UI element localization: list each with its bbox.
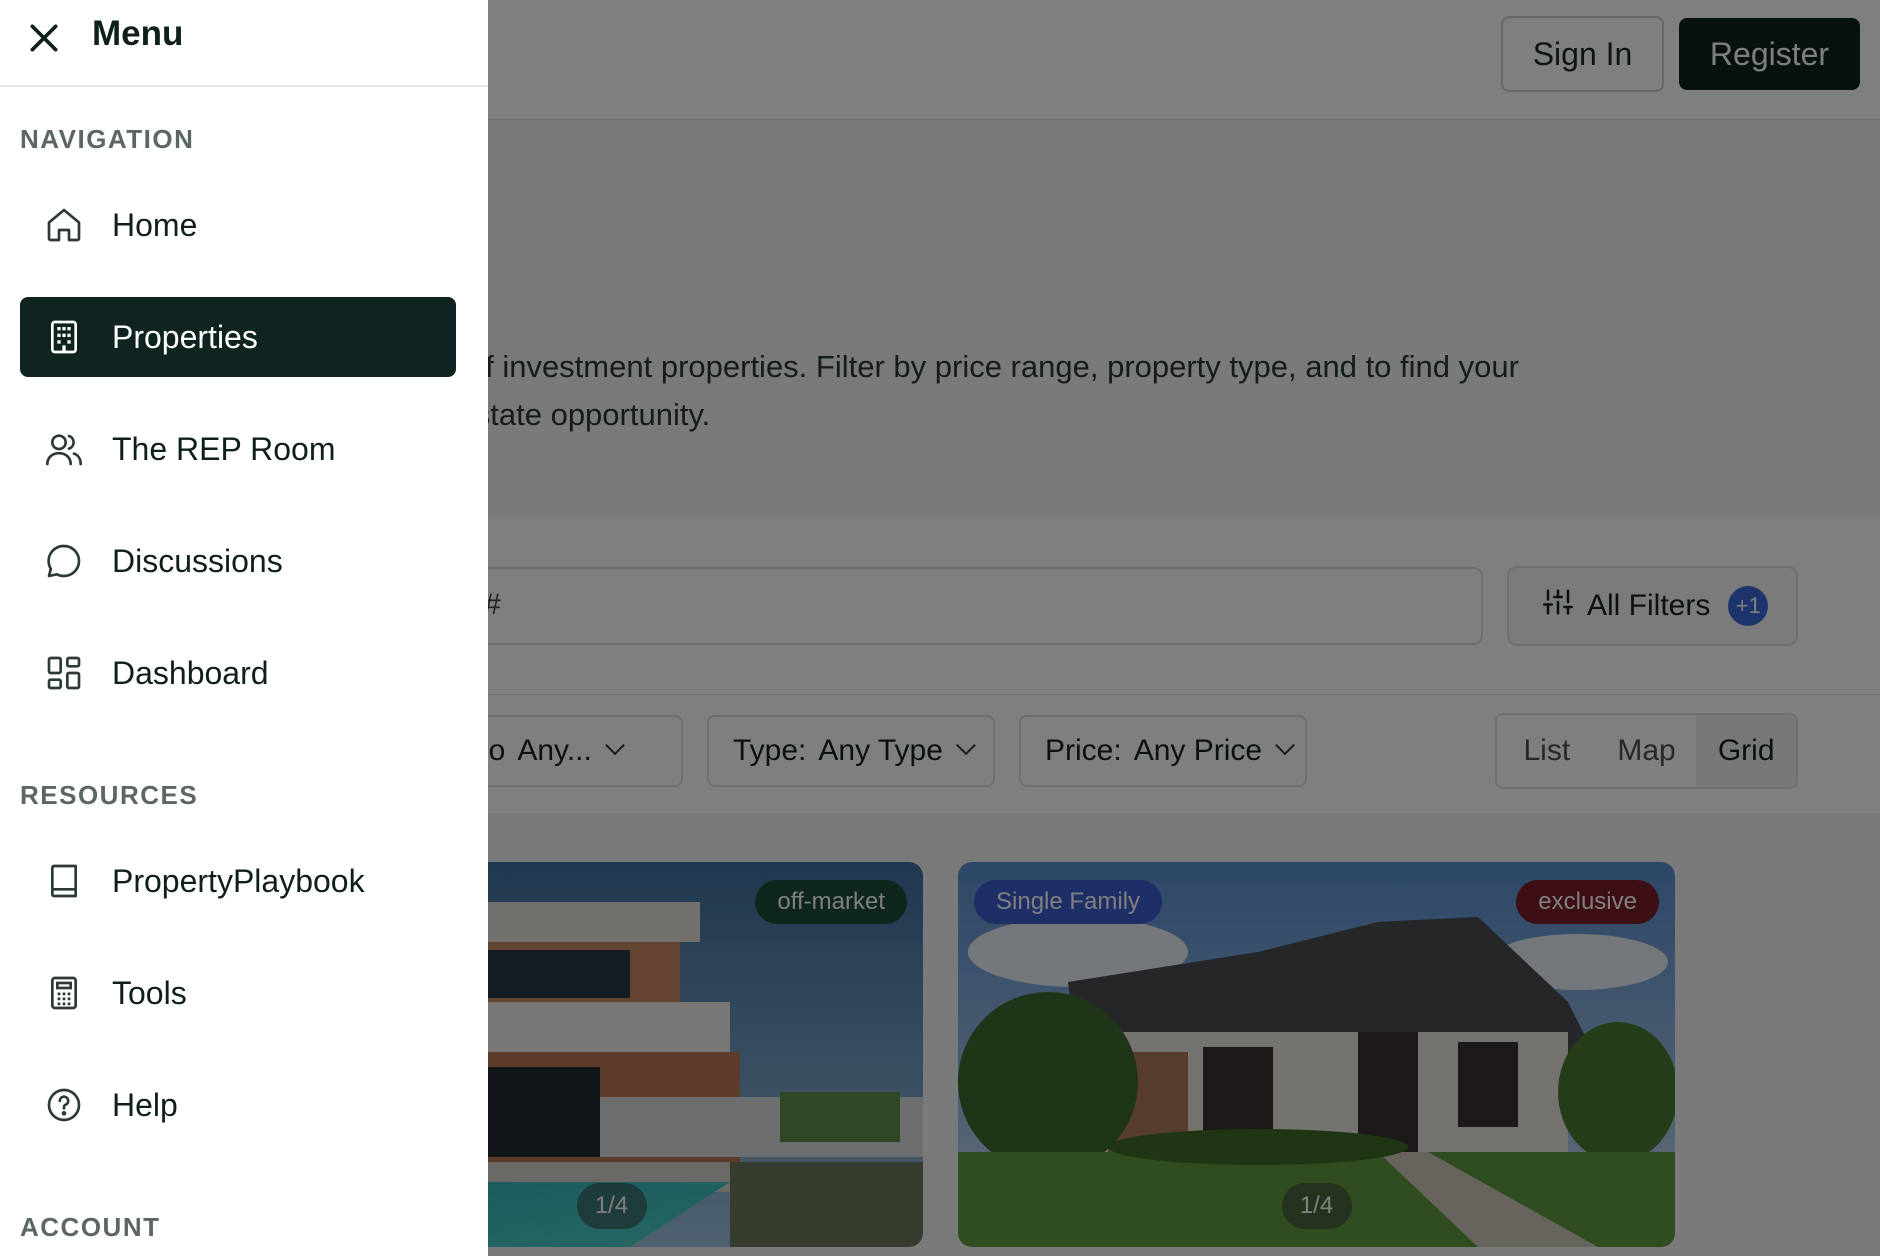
chat-bubble-icon: [44, 541, 84, 581]
nav-item-label: PropertyPlaybook: [112, 862, 365, 899]
drawer-title: Menu: [92, 14, 184, 53]
nav-item-label: Dashboard: [112, 654, 269, 691]
nav-item-label: Home: [112, 206, 198, 243]
nav-item-properties[interactable]: Properties: [20, 297, 456, 377]
nav-item-label: Help: [112, 1086, 178, 1123]
users-icon: [44, 429, 84, 469]
home-icon: [44, 205, 84, 245]
section-label-resources: RESOURCES: [20, 780, 199, 810]
nav-item-tools[interactable]: Tools: [20, 953, 456, 1033]
drawer-header: Menu: [0, 0, 488, 87]
side-menu-drawer: Menu NAVIGATION Home Properties The REP …: [0, 0, 488, 1256]
section-label-navigation: NAVIGATION: [20, 124, 195, 154]
close-menu-button[interactable]: [24, 18, 64, 58]
nav-item-label: Discussions: [112, 542, 283, 579]
nav-item-label: The REP Room: [112, 430, 336, 467]
dashboard-icon: [44, 653, 84, 693]
close-icon: [30, 24, 58, 52]
nav-item-home[interactable]: Home: [20, 185, 456, 265]
nav-item-label: Tools: [112, 974, 187, 1011]
nav-item-label: Properties: [112, 318, 258, 355]
nav-item-dashboard[interactable]: Dashboard: [20, 633, 456, 713]
nav-item-discussions[interactable]: Discussions: [20, 521, 456, 601]
section-label-account: ACCOUNT: [20, 1212, 161, 1242]
nav-item-propertyplaybook[interactable]: PropertyPlaybook: [20, 841, 456, 921]
nav-item-help[interactable]: Help: [20, 1065, 456, 1145]
book-icon: [44, 861, 84, 901]
nav-item-rep-room[interactable]: The REP Room: [20, 409, 456, 489]
building-icon: [44, 317, 84, 357]
calculator-icon: [44, 973, 84, 1013]
help-circle-icon: [44, 1085, 84, 1125]
